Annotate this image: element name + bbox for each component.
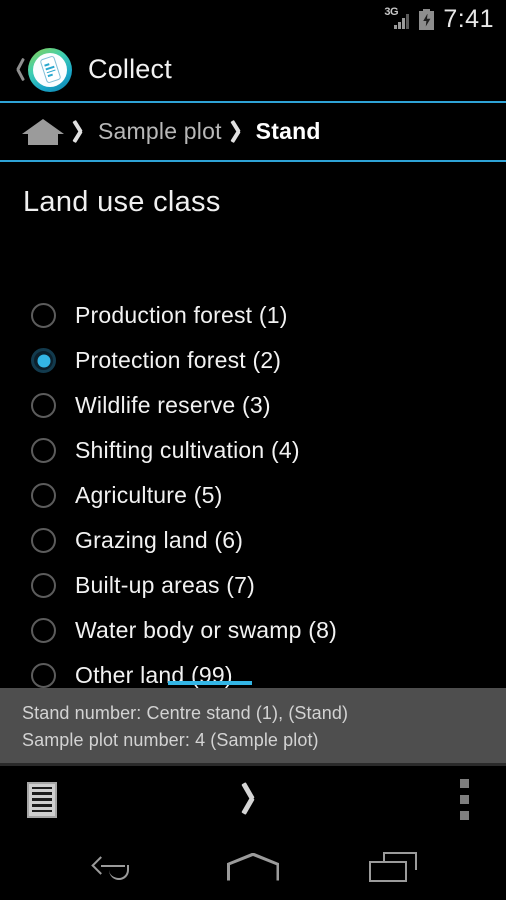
- radio-button-icon[interactable]: [31, 483, 56, 508]
- radio-button-icon[interactable]: [31, 438, 56, 463]
- context-info-panel: Stand number: Centre stand (1), (Stand) …: [0, 688, 506, 763]
- home-icon[interactable]: [22, 118, 64, 145]
- radio-option-agriculture[interactable]: Agriculture (5): [0, 473, 506, 518]
- breadcrumb-item-stand[interactable]: Stand: [256, 118, 321, 145]
- system-navigation-bar: [0, 833, 506, 900]
- info-line-sample-plot-number: Sample plot number: 4 (Sample plot): [22, 730, 319, 750]
- radio-option-label: Water body or swamp (8): [75, 617, 337, 643]
- radio-button-selected-icon[interactable]: [31, 348, 56, 373]
- app-screen: 3G 7:41 Collect Sample plot Stand Land u…: [0, 0, 506, 900]
- radio-option-built-up-areas[interactable]: Built-up areas (7): [0, 563, 506, 608]
- bottom-toolbar: [0, 766, 506, 833]
- status-bar: 3G 7:41: [0, 0, 506, 38]
- radio-option-water-body-or-swamp[interactable]: Water body or swamp (8): [0, 608, 506, 653]
- scroll-indicator[interactable]: [168, 681, 252, 685]
- radio-option-label: Agriculture (5): [75, 482, 223, 508]
- page-title: Land use class: [23, 186, 221, 218]
- navigation-home-icon: [227, 853, 279, 881]
- radio-option-protection-forest[interactable]: Protection forest (2): [0, 338, 506, 383]
- status-bar-clock: 7:41: [443, 4, 494, 33]
- chevron-right-icon: [226, 117, 252, 147]
- breadcrumb: Sample plot Stand: [0, 103, 506, 160]
- land-use-class-radio-group: Production forest (1) Protection forest …: [0, 293, 506, 698]
- action-bar: Collect: [0, 38, 506, 101]
- signal-bars-icon: 3G: [384, 7, 412, 30]
- list-view-button[interactable]: [8, 766, 76, 833]
- overflow-menu-icon: [459, 779, 469, 820]
- radio-option-shifting-cultivation[interactable]: Shifting cultivation (4): [0, 428, 506, 473]
- navigation-home-button[interactable]: [208, 833, 298, 900]
- navigation-recent-apps-button[interactable]: [348, 833, 438, 900]
- radio-option-grazing-land[interactable]: Grazing land (6): [0, 518, 506, 563]
- breadcrumb-bottom-rule: [0, 160, 506, 162]
- chevron-right-icon: [68, 117, 94, 147]
- radio-option-label: Protection forest (2): [75, 347, 282, 373]
- radio-option-wildlife-reserve[interactable]: Wildlife reserve (3): [0, 383, 506, 428]
- radio-option-production-forest[interactable]: Production forest (1): [0, 293, 506, 338]
- battery-charging-icon: [419, 8, 435, 30]
- radio-button-icon[interactable]: [31, 573, 56, 598]
- breadcrumb-item-sample-plot[interactable]: Sample plot: [98, 118, 222, 145]
- radio-button-icon[interactable]: [31, 393, 56, 418]
- radio-option-label: Wildlife reserve (3): [75, 392, 271, 418]
- navigation-back-icon: [91, 854, 135, 880]
- back-caret-icon[interactable]: [8, 56, 26, 84]
- list-view-icon: [27, 781, 57, 818]
- app-title: Collect: [88, 54, 172, 84]
- radio-option-label: Grazing land (6): [75, 527, 244, 553]
- radio-option-label: Production forest (1): [75, 302, 288, 328]
- radio-option-label: Built-up areas (7): [75, 572, 256, 598]
- signal-bars-glyph: [394, 14, 410, 29]
- chevron-right-icon: [239, 780, 267, 820]
- collect-app-logo-icon[interactable]: [28, 47, 72, 92]
- radio-button-icon[interactable]: [31, 663, 56, 688]
- navigation-back-button[interactable]: [68, 833, 158, 900]
- navigation-recent-apps-icon: [369, 851, 417, 882]
- radio-option-label: Shifting cultivation (4): [75, 437, 300, 463]
- info-line-stand-number: Stand number: Centre stand (1), (Stand): [22, 703, 349, 723]
- radio-button-icon[interactable]: [31, 303, 56, 328]
- overflow-menu-button[interactable]: [430, 766, 498, 833]
- radio-button-icon[interactable]: [31, 528, 56, 553]
- radio-button-icon[interactable]: [31, 618, 56, 643]
- next-button[interactable]: [219, 766, 287, 833]
